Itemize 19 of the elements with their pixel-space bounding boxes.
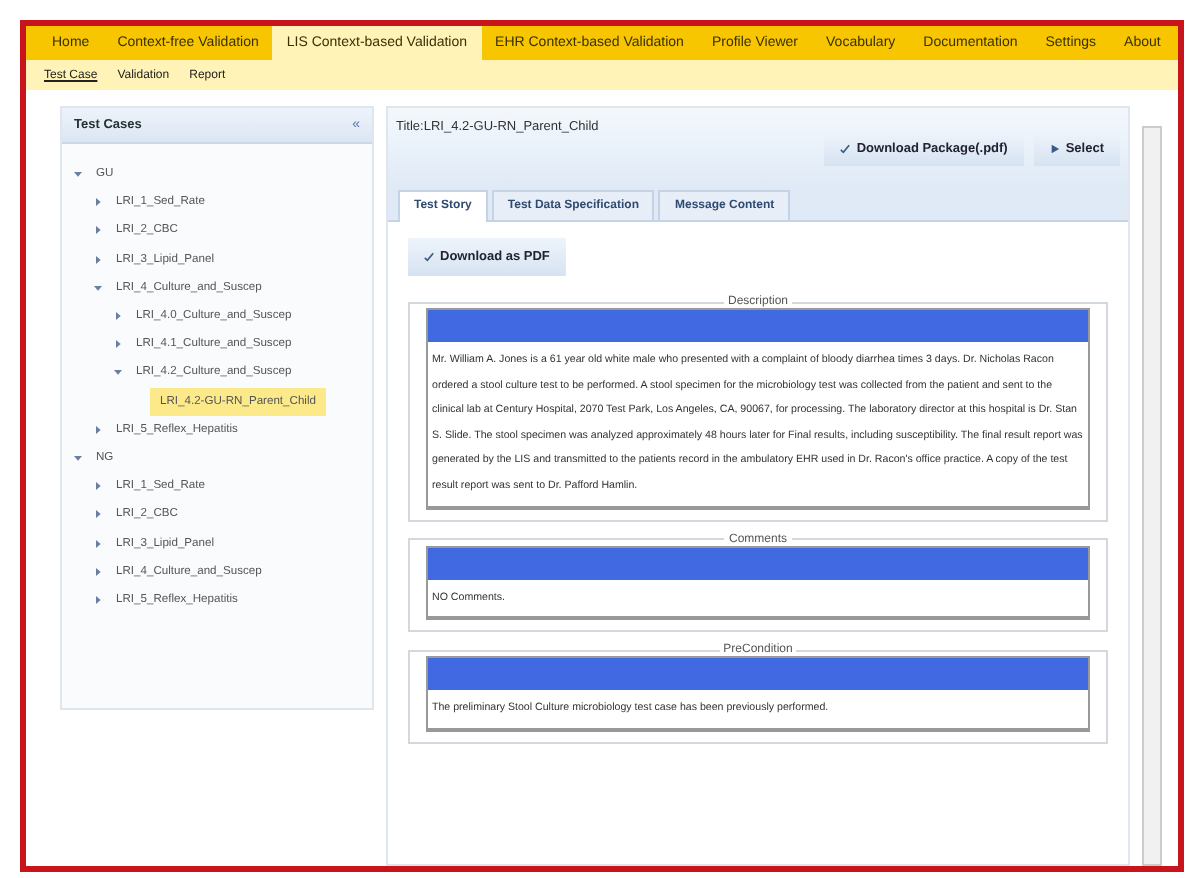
expand-arrow-icon[interactable] bbox=[94, 567, 102, 576]
expand-arrow-icon[interactable] bbox=[94, 482, 102, 491]
check-icon bbox=[840, 144, 851, 154]
play-icon bbox=[1049, 144, 1060, 154]
expand-arrow-icon[interactable] bbox=[94, 539, 102, 548]
expand-arrow-icon[interactable] bbox=[94, 226, 102, 235]
expand-arrow-icon[interactable] bbox=[94, 255, 102, 264]
expand-arrow-icon[interactable] bbox=[94, 510, 102, 519]
expand-arrow-icon[interactable] bbox=[114, 368, 122, 377]
expand-arrow-icon[interactable] bbox=[74, 453, 82, 462]
expand-arrow-icon[interactable] bbox=[114, 312, 122, 321]
expand-arrow-icon[interactable] bbox=[94, 595, 102, 604]
expand-arrow-icon[interactable] bbox=[94, 425, 102, 434]
expand-arrow-icon[interactable] bbox=[74, 170, 82, 179]
expand-arrow-icon[interactable] bbox=[94, 283, 102, 292]
check-icon bbox=[424, 252, 434, 262]
expand-arrow-icon[interactable] bbox=[114, 340, 122, 349]
expand-arrow-icon[interactable] bbox=[94, 198, 102, 207]
scrollbar[interactable] bbox=[1142, 126, 1162, 866]
